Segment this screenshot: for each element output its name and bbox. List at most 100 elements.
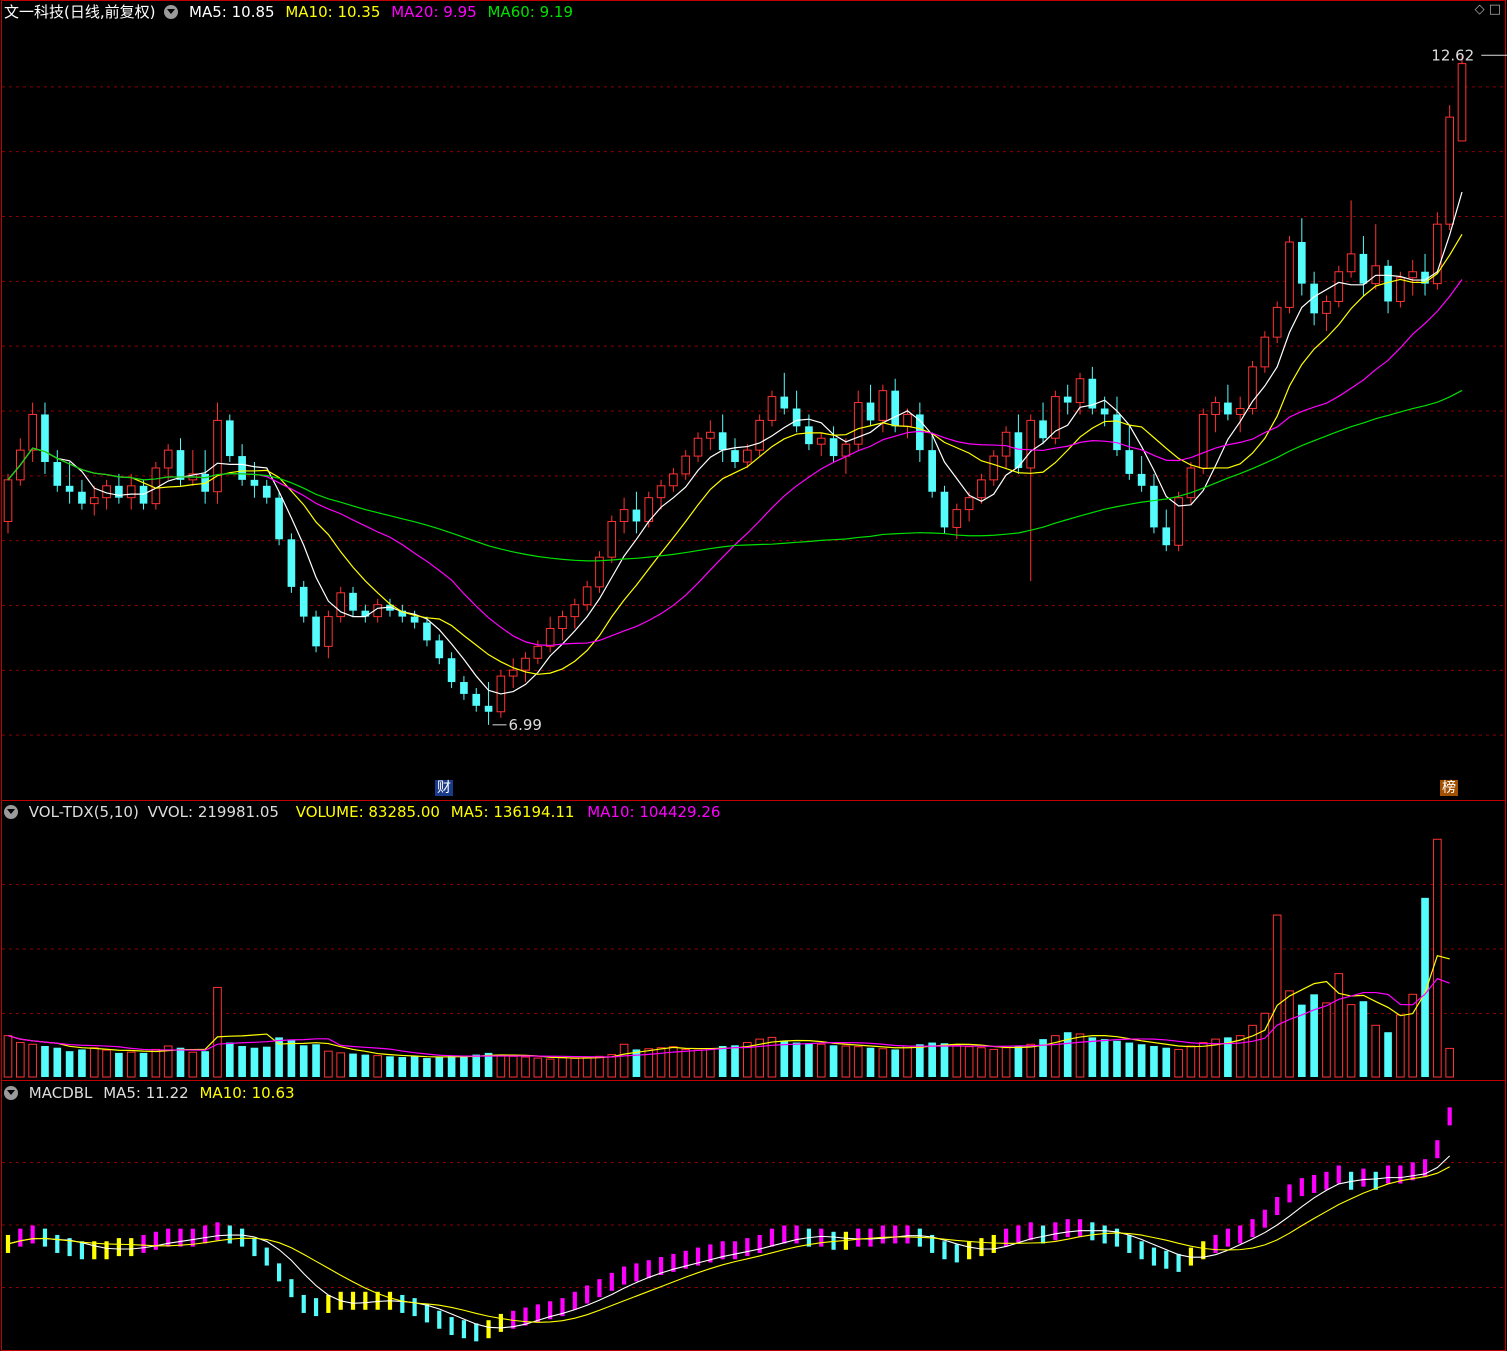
candle-body-up	[1260, 336, 1270, 368]
ma5-label: MA5: 10.85	[189, 3, 275, 21]
volume-bar-up	[1198, 1042, 1208, 1078]
volume-bar-up	[1346, 1004, 1356, 1078]
dragon-tiger-list-badge[interactable]: 榜	[1440, 780, 1458, 796]
candle-body-up	[126, 485, 136, 499]
vol-ma10-label: MA10: 104429.26	[587, 803, 721, 821]
volume-bar-up	[213, 986, 222, 1078]
candle-body-down	[1125, 450, 1134, 474]
volume-bar-up	[1433, 838, 1442, 1078]
candle-body-up	[324, 616, 333, 647]
candle-body-up	[1346, 253, 1356, 273]
volume-bar-up	[681, 1048, 691, 1078]
stock-chart-window: 12.62 6.99 文一科技(日线,前复权) MA5: 10.85 MA10: …	[0, 0, 1507, 1351]
candle-body-up	[619, 509, 629, 522]
candle-body-up	[878, 390, 888, 421]
volume-bar-up	[1075, 1033, 1085, 1078]
volume-bar-down	[386, 1056, 394, 1077]
candle-body-down	[41, 414, 49, 463]
volume-bar-down	[435, 1057, 444, 1077]
candle-body-down	[65, 485, 74, 492]
vol-indicator-name: VOL-TDX(5,10)	[28, 803, 139, 821]
volume-bar-down	[299, 1045, 308, 1077]
volume-bar-up	[28, 1043, 37, 1078]
volume-ma5-line	[7, 954, 1450, 1059]
indicator-menu-icon[interactable]	[164, 5, 179, 19]
volume-bar-down	[65, 1051, 74, 1077]
ma60-label: MA60: 9.19	[487, 3, 573, 21]
volume-bar-up	[1186, 1045, 1196, 1078]
candle-body-down	[176, 450, 185, 480]
volume-bar-up	[816, 1043, 826, 1078]
volume-bar-down	[1421, 897, 1429, 1077]
candle-body-down	[312, 616, 320, 647]
candle-body-up	[1445, 116, 1454, 225]
candle-body-down	[940, 491, 949, 528]
volume-bar-up	[619, 1043, 629, 1078]
volume-bar-down	[891, 1049, 900, 1077]
candle-body-up	[706, 431, 715, 439]
volume-bar-down	[780, 1040, 789, 1077]
volume-bar-up	[1396, 1014, 1405, 1078]
candle-body-up	[693, 437, 703, 457]
volume-bar-down	[115, 1052, 123, 1077]
volume-bar-up	[878, 1048, 888, 1078]
macd-legend: MACDBL MA5: 11.22 MA10: 10.63	[4, 1083, 301, 1103]
volume-bar-down	[238, 1045, 246, 1077]
volume-bar-down	[1014, 1045, 1023, 1077]
volume-bar-up	[1235, 1035, 1245, 1078]
chart-canvas[interactable]: 12.62 6.99	[0, 0, 1507, 1351]
volume-bar-down	[1100, 1039, 1109, 1077]
low-price-label: 6.99	[509, 716, 542, 734]
financial-report-badge[interactable]: 财	[435, 780, 453, 796]
candle-body-down	[410, 616, 419, 623]
window-control-icons[interactable]: ◇ □	[1475, 2, 1501, 17]
volume-bar-up	[644, 1048, 654, 1078]
macdbl-ma10-line	[7, 1166, 1450, 1323]
candle-body-down	[866, 402, 875, 421]
volume-bar-up	[1272, 914, 1282, 1078]
volume-bar-up	[1285, 990, 1294, 1078]
candle-body-up	[989, 455, 999, 481]
volume-bar-down	[287, 1039, 296, 1077]
volume-bar-up	[151, 1048, 161, 1078]
volume-bar-down	[139, 1052, 148, 1077]
candle-body-down	[1150, 485, 1158, 528]
volume-bar-down	[866, 1047, 875, 1077]
candle-body-up	[1051, 396, 1060, 439]
volume-bar-down	[1384, 1032, 1392, 1077]
volume-bar-up	[533, 1057, 543, 1078]
volume-bar-up	[1248, 1024, 1257, 1078]
candle-body-up	[508, 669, 518, 677]
candle-body-up	[151, 467, 161, 505]
volume-bar-up	[964, 1046, 974, 1078]
volume-bar-up	[1371, 1024, 1381, 1078]
candle-body-down	[423, 622, 431, 641]
candle-body-up	[816, 437, 826, 445]
volume-bar-down	[176, 1047, 185, 1077]
volume-bar-down	[78, 1049, 86, 1077]
candle-body-down	[53, 462, 62, 486]
candle-body-up	[952, 509, 962, 528]
volume-bar-down	[792, 1042, 801, 1077]
candle-body-up	[1211, 402, 1220, 415]
macd-menu-icon[interactable]	[4, 1086, 18, 1100]
candle-body-down	[275, 497, 283, 540]
volume-bar-up	[545, 1058, 555, 1078]
candle-body-down	[435, 640, 444, 659]
candle-body-up	[767, 396, 777, 421]
volume-bar-down	[423, 1058, 431, 1077]
volume-bar-up	[1174, 1048, 1183, 1078]
candle-body-up	[1174, 497, 1183, 546]
candle-body-down	[299, 586, 308, 617]
candle-body-up	[1433, 223, 1442, 285]
volume-bar-down	[805, 1043, 813, 1077]
volume-bar-up	[841, 1045, 851, 1078]
candle-body-up	[607, 520, 617, 558]
high-price-label: 12.62	[1431, 46, 1474, 64]
candle-body-up	[1322, 300, 1331, 314]
candle-body-up	[743, 449, 752, 463]
volume-bar-down	[312, 1044, 320, 1077]
volume-menu-icon[interactable]	[4, 805, 18, 819]
volume-bar-up	[496, 1055, 506, 1078]
vol-ma5-label: MA5: 136194.11	[450, 803, 575, 821]
